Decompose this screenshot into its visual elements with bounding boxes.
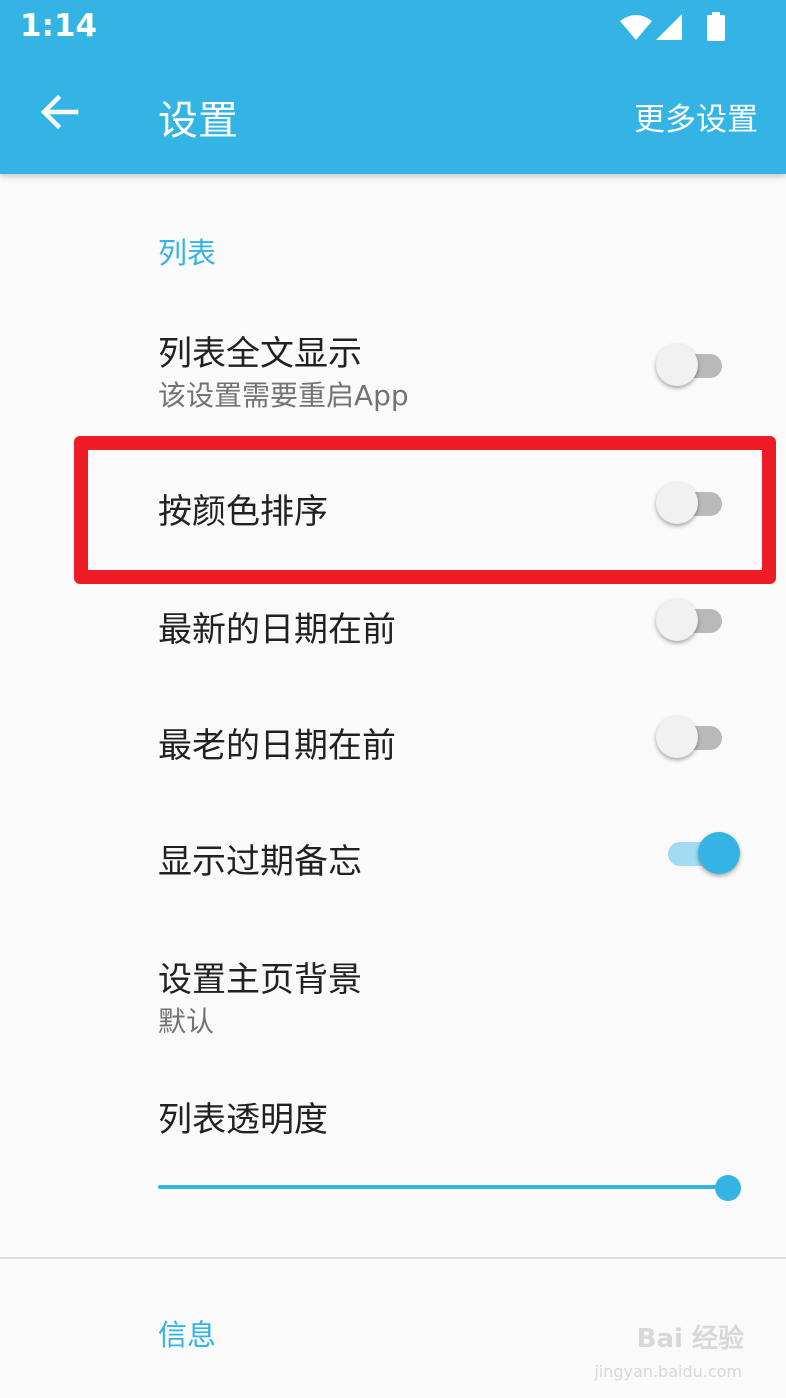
setting-home-background-value: 默认 — [158, 1005, 215, 1038]
switch-thumb — [656, 599, 698, 641]
section-divider — [0, 1257, 786, 1259]
battery-icon — [707, 12, 725, 41]
switch-thumb — [698, 832, 740, 874]
watermark-url: jingyan.baidu.com — [594, 1362, 742, 1381]
watermark: Bai 经验 — [636, 1324, 744, 1354]
setting-list-transparency-title: 列表透明度 — [158, 1100, 328, 1140]
signal-icon — [656, 14, 682, 40]
wifi-icon — [620, 15, 652, 40]
toggle-newest-first[interactable] — [656, 597, 728, 645]
page-title: 设置 — [158, 98, 238, 144]
status-icons — [618, 12, 728, 42]
back-button[interactable] — [32, 84, 88, 140]
toggle-list-full-text[interactable] — [656, 342, 728, 390]
slider-track — [158, 1185, 728, 1189]
more-settings-button[interactable]: 更多设置 — [634, 94, 758, 139]
setting-list-full-text-title[interactable]: 列表全文显示 — [158, 326, 362, 375]
toggle-oldest-first[interactable] — [656, 714, 728, 762]
toggle-sort-by-color[interactable] — [656, 480, 728, 528]
status-time: 1:14 — [20, 8, 98, 44]
toggle-show-expired[interactable] — [660, 830, 740, 878]
setting-sort-by-color-title[interactable]: 按颜色排序 — [158, 484, 328, 533]
transparency-slider[interactable] — [158, 1172, 741, 1206]
section-header-info: 信息 — [158, 1318, 217, 1352]
section-header-list: 列表 — [158, 236, 217, 270]
switch-thumb — [656, 482, 698, 524]
setting-show-expired-title[interactable]: 显示过期备忘 — [158, 834, 362, 883]
switch-thumb — [656, 716, 698, 758]
setting-home-background-title[interactable]: 设置主页背景 — [158, 952, 362, 1001]
setting-newest-first-title[interactable]: 最新的日期在前 — [158, 602, 396, 651]
setting-oldest-first-title[interactable]: 最老的日期在前 — [158, 718, 396, 767]
setting-list-full-text-subtitle: 该设置需要重启App — [158, 379, 409, 412]
arrow-back-icon — [40, 94, 79, 130]
switch-thumb — [656, 344, 698, 386]
app-bar: 1:14 设置 更多设置 — [0, 0, 786, 174]
slider-thumb[interactable] — [715, 1175, 741, 1201]
